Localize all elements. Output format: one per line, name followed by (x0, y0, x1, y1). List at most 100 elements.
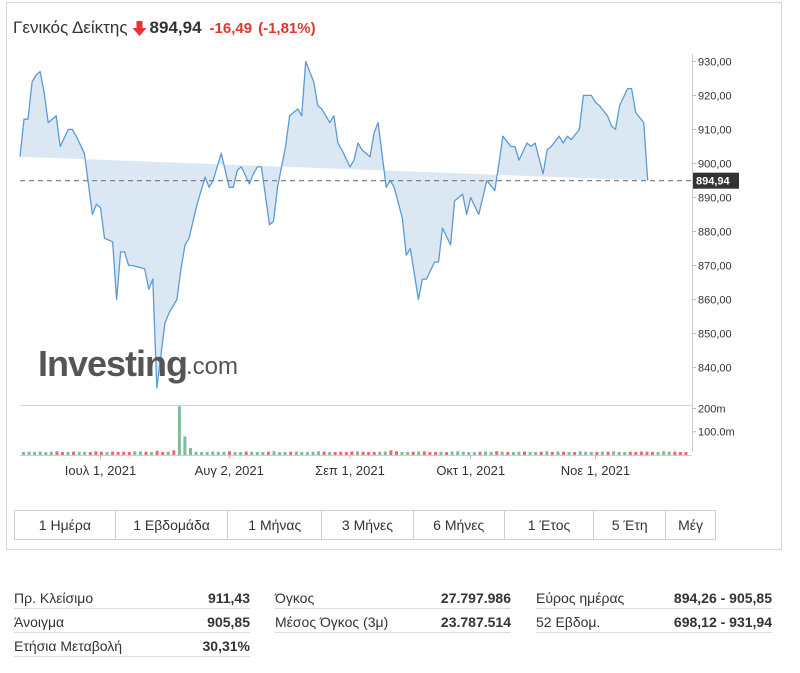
volume-bar (317, 451, 320, 455)
volume-bar (328, 452, 332, 455)
x-tick-label: Οκτ 1, 2021 (436, 463, 505, 478)
volume-bar (177, 406, 181, 455)
volume-bar (305, 452, 309, 455)
stat-value: 23.787.514 (440, 614, 511, 630)
volume-bar (77, 451, 81, 455)
volume-bar (506, 452, 510, 455)
volume-bar (589, 452, 593, 455)
volume-bar (27, 451, 31, 455)
y-tick-label: 890,00 (698, 192, 732, 204)
volume-bar (266, 451, 270, 455)
volume-bar (289, 451, 293, 455)
volume-bar (356, 451, 359, 455)
range-button[interactable]: 1 Εβδομάδα (116, 511, 229, 539)
stat-row-avg-volume: Μέσος Όγκος (3μ) 23.787.514 (275, 609, 511, 633)
volume-bar (228, 451, 231, 455)
last-price-label: 894,94 (696, 176, 731, 188)
volume-bar (628, 451, 632, 455)
stat-label: Άνοιγμα (14, 614, 65, 630)
stat-label: Εύρος ημέρας (536, 590, 625, 606)
stat-label: Μέσος Όγκος (3μ) (275, 614, 389, 630)
volume-bar (539, 451, 543, 455)
volume-tick-label: 100.0m (698, 427, 735, 439)
volume-bar (194, 451, 198, 455)
volume-bar (261, 452, 265, 455)
volume-bar (239, 452, 243, 455)
volume-bar (83, 452, 87, 455)
stat-row-yearly-change: Ετήσια Μεταβολή 30,31% (14, 633, 250, 657)
volume-bar (361, 451, 365, 455)
volume-bar (472, 452, 476, 455)
stat-value: 698,12 - 931,94 (673, 614, 772, 630)
volume-bar (395, 451, 398, 455)
range-button[interactable]: Μέγ (666, 511, 715, 539)
range-button[interactable]: 1 Μήνας (228, 511, 323, 539)
volume-bar (678, 452, 682, 455)
stat-row-prev-close: Πρ. Κλείσιμο 911,43 (14, 585, 250, 609)
volume-bar (94, 451, 98, 455)
volume-bar (244, 451, 248, 455)
volume-bar (150, 452, 153, 455)
stat-value: 894,26 - 905,85 (673, 590, 772, 606)
volume-bar (322, 451, 326, 455)
volume-bar (311, 451, 315, 455)
volume-bar (662, 451, 666, 455)
volume-bar (645, 451, 649, 455)
volume-bar (428, 452, 432, 455)
stat-value: 905,85 (207, 614, 250, 630)
stats-column-1: Πρ. Κλείσιμο 911,43 Άνοιγμα 905,85 Ετήσι… (14, 585, 250, 657)
volume-bar (183, 436, 187, 455)
volume-bar (545, 451, 549, 455)
volume-bar (406, 452, 410, 455)
stat-label: 52 Εβδομ. (536, 614, 601, 630)
volume-bar (528, 452, 532, 455)
volume-bar (49, 451, 53, 455)
range-button[interactable]: 5 Έτη (594, 511, 667, 539)
volume-bar (211, 451, 215, 455)
stat-value: 27.797.986 (440, 590, 511, 606)
volume-bar (478, 451, 482, 455)
stat-label: Ετήσια Μεταβολή (14, 638, 123, 654)
volume-bar (127, 452, 131, 455)
volume-bar (122, 451, 126, 455)
range-button[interactable]: 1 Ημέρα (15, 511, 116, 539)
price-chart[interactable]: 840,00 850,00 860,00 870,00 880,00 890,00 900,… (0, 0, 800, 500)
y-tick-label: 920,00 (698, 90, 732, 102)
volume-bar (667, 451, 671, 455)
volume-bar (389, 450, 393, 455)
stat-row-52-week-range: 52 Εβδομ. 698,12 - 931,94 (536, 609, 772, 633)
volume-bar (623, 452, 627, 455)
volume-tick-label: 200m (698, 403, 726, 415)
stat-label: Όγκος (275, 590, 315, 606)
x-tick-label: Αυγ 2, 2021 (195, 463, 264, 478)
volume-bar (66, 452, 70, 455)
range-button[interactable]: 1 Έτος (505, 511, 595, 539)
volume-bar (383, 451, 387, 455)
volume-bar (556, 451, 560, 455)
volume-bar (133, 451, 137, 455)
volume-bar (639, 451, 643, 455)
volume-bar (534, 452, 538, 455)
y-tick-label: 880,00 (698, 227, 732, 239)
volume-bar (333, 452, 337, 455)
volume-bar (684, 452, 688, 455)
volume-bar (161, 452, 165, 455)
volume-bar (138, 451, 142, 455)
volume-bar (283, 452, 287, 455)
volume-bar (367, 452, 371, 455)
stat-row-open: Άνοιγμα 905,85 (14, 609, 250, 633)
volume-bar (439, 451, 443, 455)
volume-bar (255, 452, 259, 455)
volume-bar (578, 451, 582, 455)
volume-bar (72, 451, 76, 455)
stats-column-2: Όγκος 27.797.986 Μέσος Όγκος (3μ) 23.787… (275, 585, 511, 633)
volume-bar (584, 451, 588, 455)
volume-bar (99, 451, 103, 455)
volume-bar (44, 452, 48, 455)
volume-bar (550, 452, 554, 455)
volume-bar (38, 451, 42, 455)
range-button[interactable]: 6 Μήνες (414, 511, 505, 539)
volume-bar (606, 451, 610, 455)
range-button[interactable]: 3 Μήνες (322, 511, 414, 539)
x-tick-label: Σεπ 1, 2021 (315, 463, 385, 478)
